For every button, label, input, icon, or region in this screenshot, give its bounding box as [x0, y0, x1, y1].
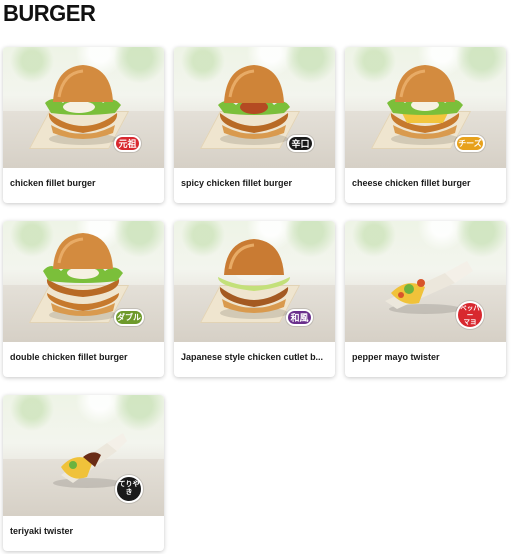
- product-name: teriyaki twister: [10, 526, 74, 536]
- product-image: 元祖: [3, 47, 164, 168]
- product-card-pepper-mayo-twister[interactable]: ペッパー マヨ pepper mayo twister: [345, 221, 506, 377]
- burger-illustration: [45, 65, 121, 145]
- product-card-cheese-chicken-fillet-burger[interactable]: チーズ cheese chicken fillet burger: [345, 47, 506, 203]
- product-image: チーズ: [345, 47, 506, 168]
- product-card-japanese-style-chicken-cutlet-burger[interactable]: 和風 Japanese style chicken cutlet b...: [174, 221, 335, 377]
- product-name: double chicken fillet burger: [10, 352, 128, 362]
- product-card-double-chicken-fillet-burger[interactable]: ダブル double chicken fillet burger: [3, 221, 164, 377]
- product-name: pepper mayo twister: [352, 352, 440, 362]
- badge-spicy: 辛口: [287, 135, 314, 152]
- twister-illustration: [385, 261, 473, 314]
- badge-teriyaki: てりやき: [115, 475, 143, 503]
- product-image: ペッパー マヨ: [345, 221, 506, 342]
- product-card-chicken-fillet-burger[interactable]: 元祖 chicken fillet burger: [3, 47, 164, 203]
- product-card-teriyaki-twister[interactable]: てりやき teriyaki twister: [3, 395, 164, 551]
- badge-pepper-mayo: ペッパー マヨ: [456, 301, 484, 329]
- page-title: BURGER: [3, 0, 96, 27]
- badge-original: 元祖: [114, 135, 141, 152]
- product-image: ダブル: [3, 221, 164, 342]
- badge-cheese: チーズ: [455, 135, 485, 152]
- product-name: spicy chicken fillet burger: [181, 178, 293, 188]
- badge-japanese-style: 和風: [286, 309, 313, 326]
- product-image: 和風: [174, 221, 335, 342]
- product-card-spicy-chicken-fillet-burger[interactable]: 辛口 spicy chicken fillet burger: [174, 47, 335, 203]
- product-image: 辛口: [174, 47, 335, 168]
- product-name: Japanese style chicken cutlet b...: [181, 352, 324, 362]
- product-image: てりやき: [3, 395, 164, 516]
- product-name: chicken fillet burger: [10, 178, 96, 188]
- burger-illustration: [218, 239, 290, 319]
- product-name: cheese chicken fillet burger: [352, 178, 471, 188]
- badge-double: ダブル: [114, 309, 144, 326]
